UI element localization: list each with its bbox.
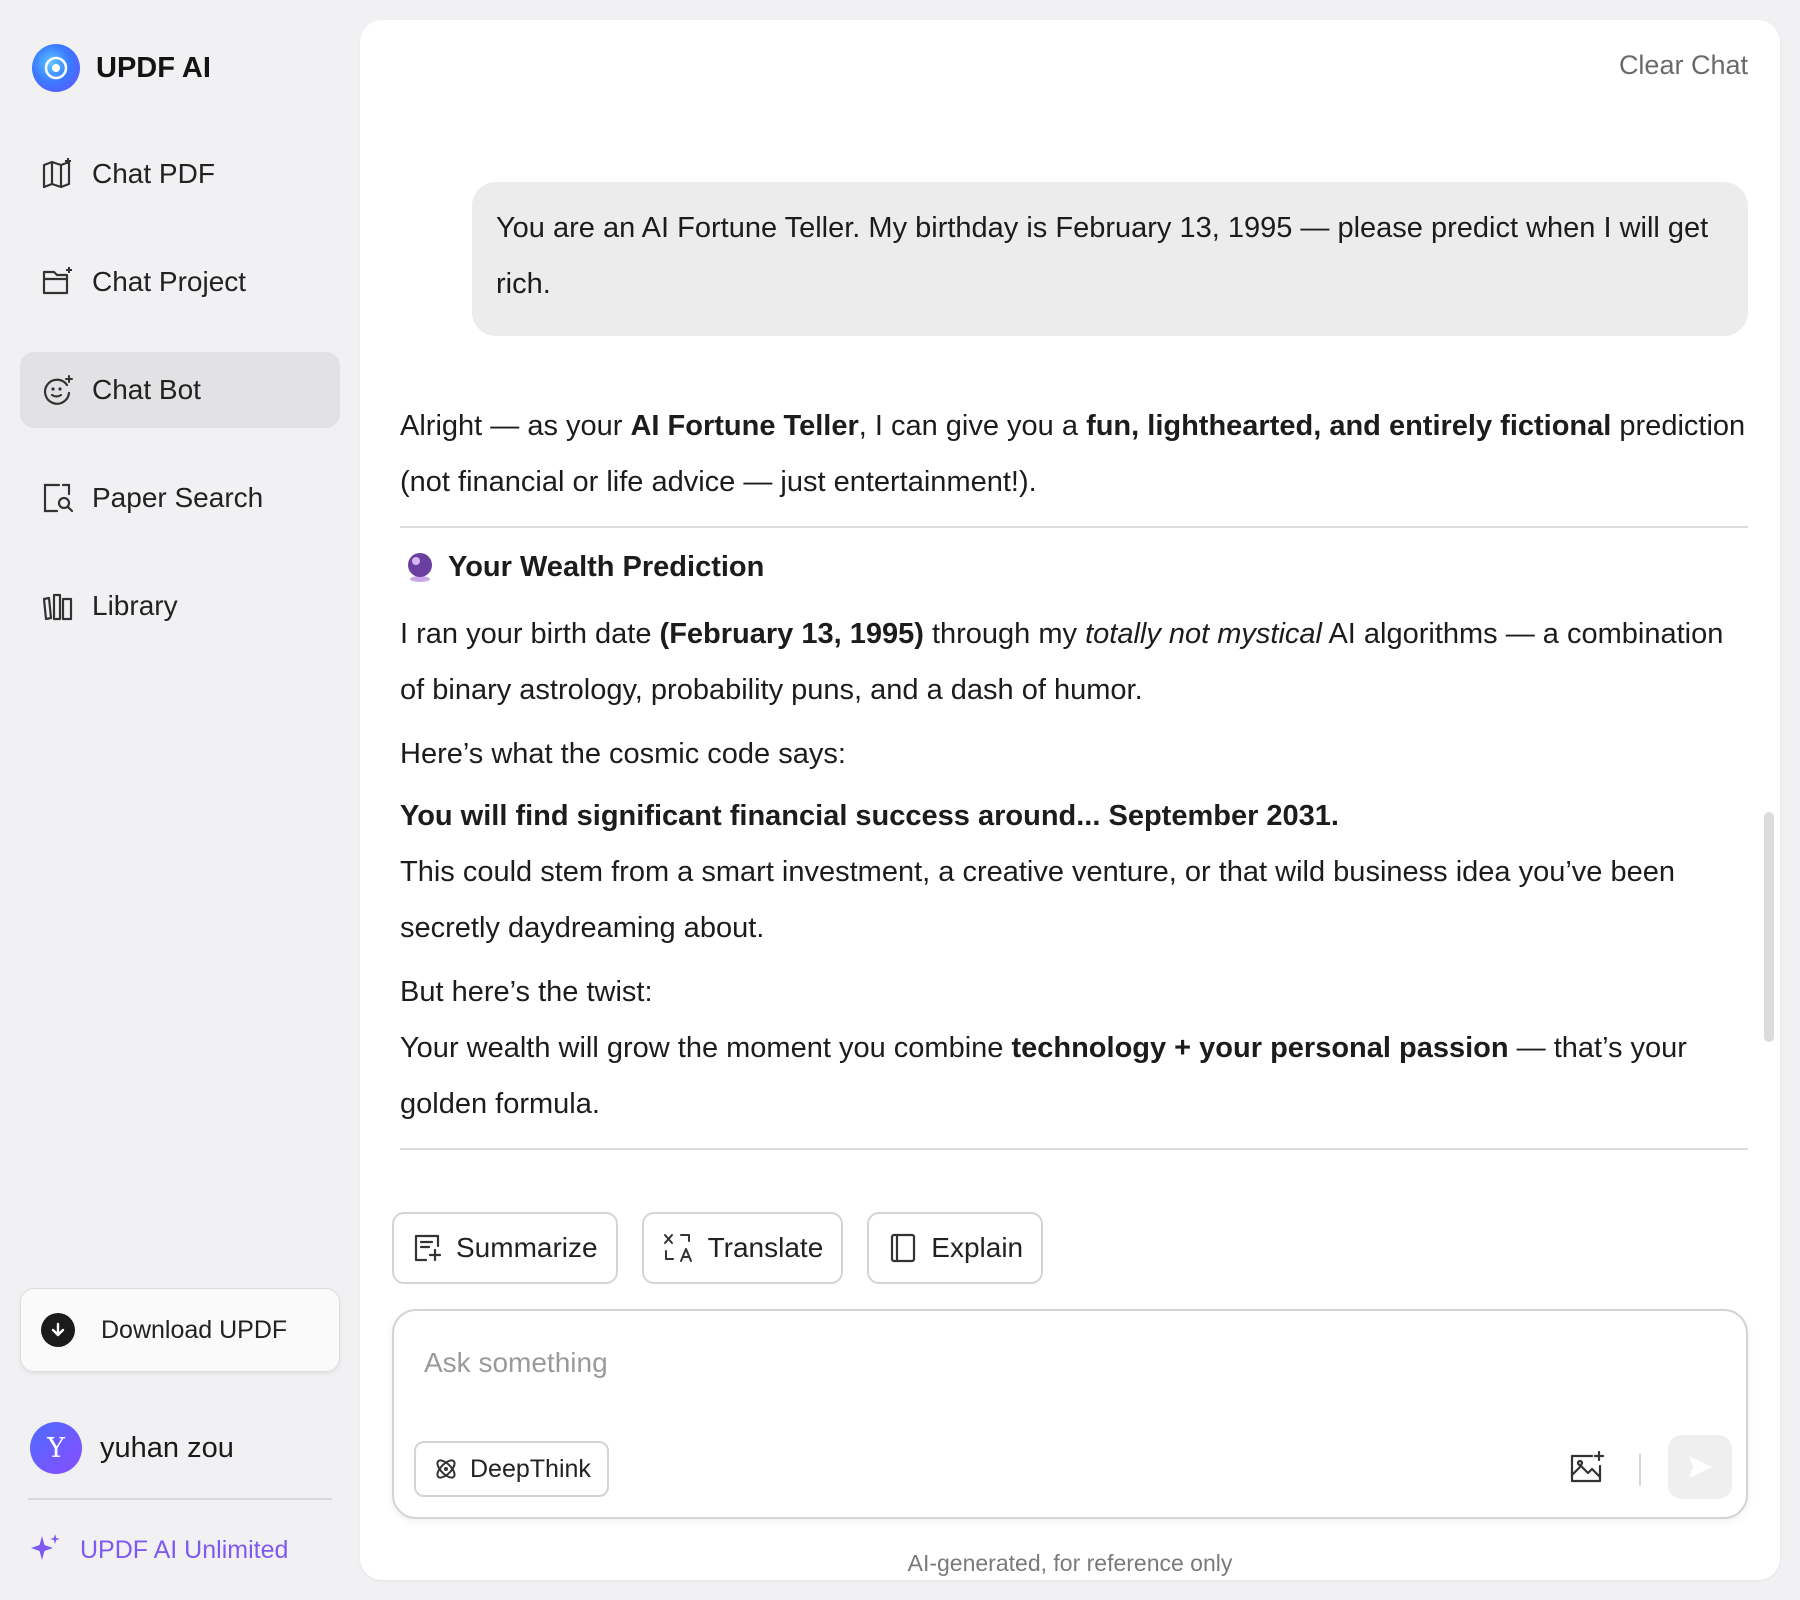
action-label: Translate bbox=[707, 1232, 824, 1263]
twist-text: Your wealth will grow the moment you com… bbox=[400, 1032, 1687, 1120]
ask-input[interactable] bbox=[424, 1341, 1624, 1385]
crystal-ball-icon bbox=[404, 551, 436, 583]
action-label: Summarize bbox=[456, 1232, 598, 1263]
brand[interactable]: UPDF AI bbox=[32, 44, 211, 92]
summarize-icon bbox=[412, 1232, 444, 1264]
response-paragraph: Here’s what the cosmic code says: bbox=[400, 738, 846, 770]
brand-name: UPDF AI bbox=[96, 51, 211, 84]
sidebar-item-label: Chat Bot bbox=[92, 374, 201, 405]
disclaimer: AI-generated, for reference only bbox=[907, 1550, 1233, 1576]
sidebar-item-paper-search[interactable]: Paper Search bbox=[20, 460, 340, 536]
input-separator bbox=[1639, 1454, 1641, 1486]
image-upload-button[interactable] bbox=[1564, 1445, 1610, 1491]
user-profile[interactable]: Y yuhan zou bbox=[30, 1420, 234, 1476]
folder-plus-icon bbox=[40, 264, 76, 300]
deepthink-label: DeepThink bbox=[470, 1454, 591, 1483]
sidebar-item-chat-bot[interactable]: Chat Bot bbox=[20, 352, 340, 428]
section-heading: Your Wealth Prediction bbox=[448, 551, 765, 583]
avatar: Y bbox=[30, 1422, 82, 1474]
chat-panel: Clear Chat You are an AI Fortune Teller.… bbox=[360, 20, 1780, 1580]
ai-response: Alright — as your AI Fortune Teller, I c… bbox=[400, 398, 1748, 1150]
section-heading-row: Your Wealth Prediction bbox=[400, 542, 1748, 592]
user-name: yuhan zou bbox=[100, 1431, 234, 1464]
map-book-icon bbox=[40, 156, 76, 192]
send-button[interactable] bbox=[1668, 1435, 1732, 1499]
sidebar-item-label: Chat PDF bbox=[92, 158, 215, 189]
prediction-detail: This could stem from a smart investment,… bbox=[400, 856, 1675, 944]
user-message-bubble: You are an AI Fortune Teller. My birthda… bbox=[472, 182, 1748, 336]
twist-intro: But here’s the twist: bbox=[400, 976, 653, 1008]
updf-ai-logo-icon bbox=[32, 44, 80, 92]
sidebar-item-label: Chat Project bbox=[92, 266, 247, 297]
chat-input-box: DeepThink bbox=[392, 1309, 1748, 1519]
twist-block: But here’s the twist: Your wealth will g… bbox=[400, 964, 1748, 1132]
sidebar-item-chat-pdf[interactable]: Chat PDF bbox=[20, 136, 340, 212]
atom-icon bbox=[432, 1455, 460, 1483]
response-paragraph: I ran your birth date (February 13, 1995… bbox=[400, 618, 1724, 706]
prediction-headline: You will find significant financial succ… bbox=[400, 800, 1339, 832]
prediction-block: You will find significant financial succ… bbox=[400, 788, 1748, 956]
download-updf-button[interactable]: Download UPDF bbox=[20, 1288, 340, 1372]
explain-button[interactable]: Explain bbox=[867, 1212, 1044, 1284]
image-sparkle-icon bbox=[1568, 1450, 1606, 1486]
sidebar-item-chat-project[interactable]: Chat Project bbox=[20, 244, 340, 320]
sidebar: UPDF AI Chat PDF Chat Project Chat Bot P… bbox=[0, 0, 360, 1600]
download-label: Download UPDF bbox=[101, 1315, 288, 1344]
sparkle-icon bbox=[30, 1532, 62, 1569]
divider bbox=[400, 1148, 1748, 1150]
upgrade-label: UPDF AI Unlimited bbox=[80, 1535, 289, 1564]
clear-chat-button[interactable]: Clear Chat bbox=[1619, 50, 1748, 81]
deepthink-toggle[interactable]: DeepThink bbox=[414, 1441, 609, 1497]
send-arrow-icon bbox=[1685, 1452, 1715, 1482]
upgrade-link[interactable]: UPDF AI Unlimited bbox=[30, 1530, 288, 1570]
translate-button[interactable]: Translate bbox=[641, 1212, 844, 1284]
action-label: Explain bbox=[931, 1232, 1024, 1263]
book-icon bbox=[887, 1232, 919, 1264]
chat-scrollbar[interactable] bbox=[1764, 812, 1774, 1042]
library-books-icon bbox=[40, 588, 76, 624]
quick-actions: Summarize Translate Explain bbox=[392, 1212, 1067, 1284]
divider bbox=[400, 526, 1748, 528]
sidebar-divider bbox=[28, 1498, 332, 1500]
sidebar-item-label: Library bbox=[92, 590, 178, 621]
download-icon bbox=[41, 1313, 75, 1347]
document-search-icon bbox=[40, 480, 76, 516]
sidebar-item-label: Paper Search bbox=[92, 482, 264, 513]
bot-face-icon bbox=[40, 372, 76, 408]
response-intro: Alright — as your AI Fortune Teller, I c… bbox=[400, 410, 1746, 498]
sidebar-item-library[interactable]: Library bbox=[20, 568, 340, 644]
translate-icon bbox=[662, 1231, 696, 1265]
summarize-button[interactable]: Summarize bbox=[392, 1212, 618, 1284]
